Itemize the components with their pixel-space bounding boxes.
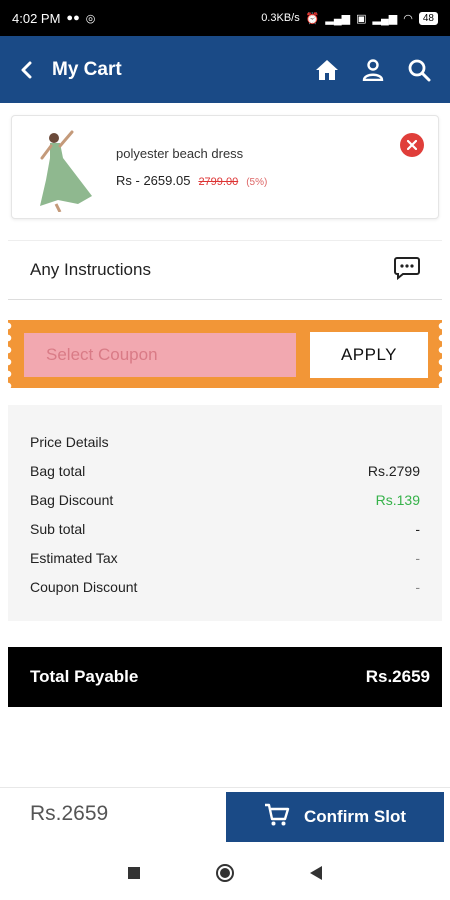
price-row-value: -: [415, 578, 420, 595]
status-bar: 4:02 PM ●● ◎ 0.3KB/s ⏰ ▂▄▆ ▣ ▂▄▆ ◠ 48: [0, 0, 450, 36]
remove-item-button[interactable]: [400, 133, 424, 157]
instructions-row[interactable]: Any Instructions: [8, 240, 442, 300]
coupon-edge-left: [8, 320, 16, 388]
price-row-label: Estimated Tax: [30, 549, 118, 566]
price-row-coupon-discount: Coupon Discount -: [30, 572, 420, 601]
recents-icon[interactable]: [128, 866, 140, 879]
product-name[interactable]: polyester beach dress: [116, 146, 243, 161]
page-title: My Cart: [52, 58, 122, 80]
back-nav-icon[interactable]: [310, 865, 322, 880]
price-row-value: -: [415, 520, 420, 537]
price-row-bag-discount: Bag Discount Rs.139: [30, 485, 420, 514]
price-row-value: Rs.139: [375, 491, 420, 508]
price-row-bag-total: Bag total Rs.2799: [30, 456, 420, 485]
instructions-label: Any Instructions: [30, 260, 151, 279]
cart-item-card[interactable]: polyester beach dress Rs - 2659.05 2799.…: [11, 115, 439, 219]
total-payable-label: Total Payable: [30, 667, 139, 686]
original-price: 2799.00: [198, 176, 239, 188]
app-bar-actions: [314, 57, 432, 83]
battery-icon: 48: [418, 11, 438, 25]
search-icon[interactable]: [406, 57, 432, 83]
status-right: 0.3KB/s ⏰ ▂▄▆ ▣ ▂▄▆ ◠ 48: [261, 11, 438, 25]
confirm-slot-label: Confirm Slot: [304, 807, 406, 826]
checkout-amount: Rs.2659: [30, 802, 109, 825]
confirm-slot-button[interactable]: Confirm Slot: [226, 792, 444, 842]
product-thumbnail[interactable]: [20, 124, 110, 213]
user-icon[interactable]: [360, 57, 386, 83]
apply-coupon-button[interactable]: APPLY: [310, 332, 428, 378]
current-price: Rs - 2659.05: [116, 173, 191, 188]
coupon-section: APPLY: [8, 320, 442, 388]
wifi-icon: ◠: [403, 12, 413, 25]
network-speed: 0.3KB/s: [261, 12, 300, 24]
price-row-sub-total: Sub total -: [30, 514, 420, 543]
checkout-bar: Rs.2659 Confirm Slot: [0, 787, 450, 845]
price-row-label: Sub total: [30, 520, 86, 537]
app-notification-icon: ◎: [85, 12, 96, 25]
price-row: Rs - 2659.05 2799.00 (5%): [116, 173, 267, 188]
sim-icon: ▣: [356, 12, 367, 25]
close-icon: [407, 140, 417, 150]
total-payable-bar: Total Payable Rs.2659: [8, 647, 442, 707]
price-details-panel: Price Details Bag total Rs.2799 Bag Disc…: [8, 405, 442, 621]
cell-signal-icon: ▂▄▆: [325, 12, 351, 25]
cart-icon: [264, 803, 290, 832]
app-bar: My Cart: [0, 36, 450, 103]
price-details-title: Price Details: [30, 433, 109, 450]
alarm-icon: ⏰: [305, 12, 320, 25]
price-row-label: Bag Discount: [30, 491, 114, 508]
coupon-edge-right: [434, 320, 442, 388]
coupon-input[interactable]: [24, 333, 296, 377]
discount-percent: (5%): [246, 177, 268, 188]
total-payable-value: Rs.2659: [365, 667, 430, 686]
home-icon[interactable]: [314, 57, 340, 83]
price-row-estimated-tax: Estimated Tax -: [30, 543, 420, 572]
home-nav-icon[interactable]: [216, 863, 234, 882]
price-row-label: Bag total: [30, 462, 86, 479]
price-row-label: Coupon Discount: [30, 578, 138, 595]
price-row-value: -: [415, 549, 420, 566]
cell-signal-icon-2: ▂▄▆: [372, 12, 398, 25]
system-nav-bar: [0, 845, 450, 900]
signal-icon: ●●: [66, 12, 80, 24]
chat-icon[interactable]: [394, 256, 420, 285]
status-left: 4:02 PM ●● ◎: [12, 11, 95, 26]
price-row-value: Rs.2799: [367, 462, 420, 479]
back-arrow-icon[interactable]: [14, 57, 40, 83]
status-time: 4:02 PM: [12, 10, 61, 26]
